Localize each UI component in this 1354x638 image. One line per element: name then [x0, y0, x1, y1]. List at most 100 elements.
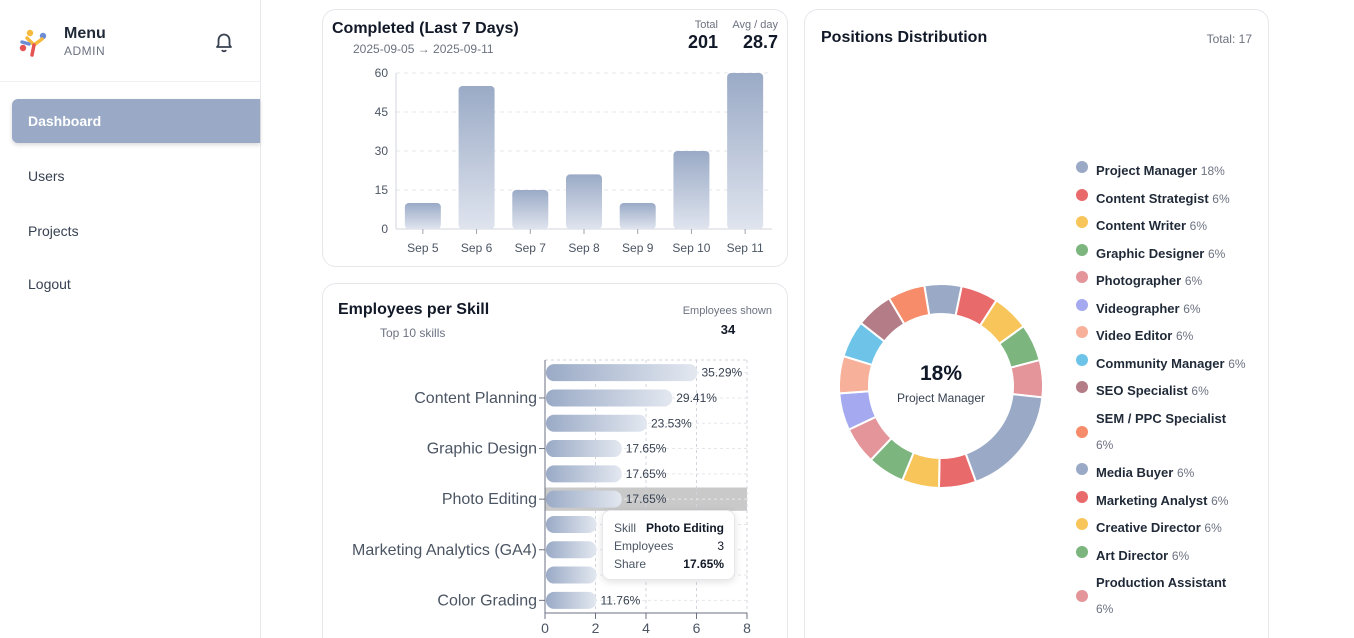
legend-swatch [1076, 326, 1088, 338]
legend-percent: 18% [1200, 164, 1225, 178]
bar [546, 364, 698, 382]
donut-slice [1009, 358, 1044, 399]
bar [512, 190, 549, 229]
bar-value-label: 17.65% [626, 467, 667, 481]
employees-shown-label: Employees shown [682, 305, 772, 317]
x-tick-label: 4 [642, 620, 650, 636]
bar [546, 515, 597, 533]
legend-percent: 6% [1211, 493, 1229, 508]
donut-slice [964, 392, 1044, 484]
legend-label: Photographer [1096, 273, 1182, 288]
tooltip-skill-key: Skill [614, 521, 637, 535]
bar [546, 541, 597, 559]
legend-label: SEO Specialist [1096, 383, 1188, 398]
total-value: 201 [687, 32, 718, 52]
bar [546, 465, 622, 483]
legend-label: Production Assistant [1096, 575, 1227, 590]
x-tick-label: Sep 10 [672, 241, 710, 255]
x-tick-label: Sep 11 [727, 241, 764, 255]
legend-swatch [1076, 381, 1088, 393]
bar [619, 203, 656, 229]
positions-donut-chart [838, 283, 1044, 490]
bar [546, 414, 647, 432]
y-tick-label: 15 [375, 183, 389, 197]
x-tick-label: Sep 7 [515, 241, 547, 255]
sidebar-item-label: Projects [28, 223, 79, 239]
legend-label: Art Director [1096, 547, 1169, 563]
legend-swatch [1076, 298, 1088, 311]
tooltip-employees-key: Employees [614, 539, 674, 553]
bar [404, 203, 441, 229]
legend-label: Content Writer [1096, 218, 1187, 233]
avg-value: 28.7 [742, 32, 778, 52]
bar [546, 389, 673, 407]
sidebar: Menu ADMIN Dashboard Users Projects Logo… [0, 0, 261, 638]
bar-value-label: 23.53% [651, 416, 692, 430]
sidebar-item-dashboard[interactable]: Dashboard [12, 99, 260, 143]
y-tick-label: 30 [375, 144, 389, 158]
bar [727, 73, 764, 229]
bar-value-label: 17.65% [626, 492, 667, 506]
legend-percent: 6% [1212, 191, 1230, 206]
legend-swatch [1076, 425, 1088, 438]
sidebar-item-users[interactable]: Users [12, 154, 260, 198]
y-tick-label: Color Grading [437, 592, 537, 609]
y-tick-label: 60 [375, 66, 389, 80]
legend-percent: 6% [1183, 301, 1201, 316]
menu-title: Menu [64, 25, 106, 42]
bar [546, 490, 622, 508]
completed-date-range: 2025-09-05 → 2025-09-11 [353, 42, 494, 56]
tooltip-skill-value: Photo Editing [646, 521, 724, 535]
app-logo-icon [19, 29, 47, 57]
y-tick-label: 0 [381, 222, 388, 236]
notification-bell-icon[interactable] [210, 28, 238, 56]
legend-percent: 6% [1191, 384, 1209, 398]
legend-percent: 6% [1096, 602, 1114, 616]
legend-swatch [1076, 188, 1088, 201]
sidebar-item-logout[interactable]: Logout [12, 262, 260, 306]
x-tick-label: 6 [693, 620, 701, 636]
x-tick-label: 2 [592, 620, 600, 636]
employees-shown-value: 34 [720, 322, 736, 337]
sidebar-item-label: Dashboard [28, 113, 102, 129]
x-tick-label: 8 [743, 620, 751, 636]
legend-label: Marketing Analyst [1096, 492, 1208, 508]
x-tick-label: Sep 8 [568, 241, 600, 255]
positions-title: Positions Distribution [821, 29, 988, 46]
legend-percent: 6% [1096, 437, 1114, 452]
legend-label: Project Manager [1096, 163, 1198, 178]
chart-tooltip: Skill Photo Editing Employees 3 Share 17.65… [602, 510, 735, 580]
legend-swatch [1076, 490, 1088, 503]
x-tick-label: Sep 6 [461, 241, 493, 255]
bar [546, 440, 622, 458]
skills-title: Employees per Skill [338, 301, 490, 318]
skills-subtitle: Top 10 skills [380, 326, 446, 340]
legend-percent: 6% [1184, 274, 1203, 288]
legend-swatch [1076, 545, 1088, 558]
bar-value-label: 29.41% [676, 391, 717, 405]
bar [566, 174, 602, 229]
legend-swatch [1076, 271, 1088, 283]
legend-label: Creative Director [1096, 520, 1201, 535]
bar-value-label: 11.76% [601, 593, 641, 607]
sidebar-item-projects[interactable]: Projects [12, 209, 260, 253]
legend-swatch [1076, 161, 1088, 173]
completed-bar-chart: 0 15 30 45 60 Sep 5 Sep 6 Sep 7 Sep 8 Sep 9 Sep 10… [375, 66, 772, 255]
legend-label: Media Buyer [1096, 465, 1174, 480]
x-tick-label: Sep 5 [407, 241, 439, 255]
brand-header: Menu ADMIN [0, 0, 261, 82]
legend-swatch [1076, 243, 1088, 256]
y-tick-label: Marketing Analytics (GA4) [352, 542, 537, 559]
legend-label: Content Strategist [1096, 190, 1209, 206]
donut-center-label: Project Manager [896, 391, 986, 405]
tooltip-share-value: 17.65% [683, 557, 724, 571]
skills-bar-chart: 0 2 4 6 8 35.29% 29.41% Content Planning 23.53% 1… [352, 359, 751, 636]
legend-label: Community Manager [1096, 355, 1225, 371]
y-tick-label: Content Planning [414, 390, 537, 407]
legend-label: Graphic Designer [1096, 245, 1205, 261]
bar [458, 86, 495, 229]
legend-percent: 6% [1175, 329, 1194, 343]
completed-title: Completed (Last 7 Days) [332, 20, 519, 37]
total-label: Total [694, 19, 718, 31]
tooltip-share-key: Share [614, 557, 647, 571]
